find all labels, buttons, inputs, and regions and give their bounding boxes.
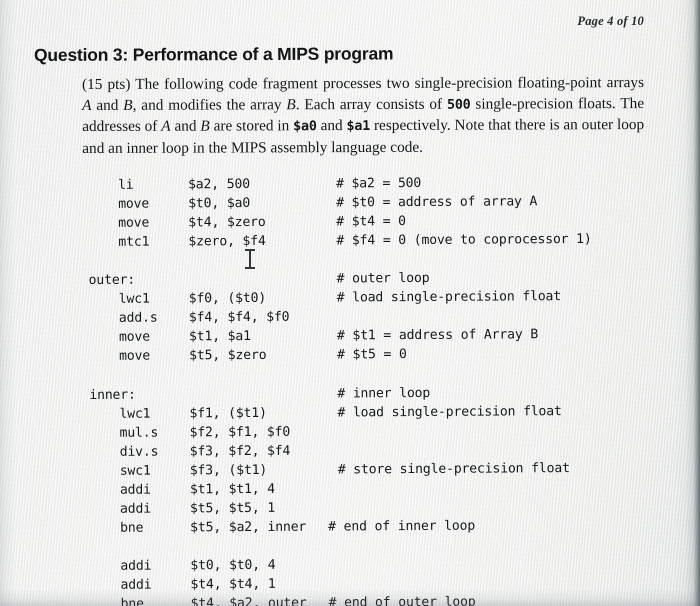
code-mnemonic: mtc1 xyxy=(118,234,150,250)
code-mnemonic: addi xyxy=(119,501,152,517)
code-label: inner: xyxy=(89,387,136,403)
code-comment: # $t0 = address of array A xyxy=(336,194,538,211)
code-operands: $t1, $t1, 4 xyxy=(189,481,276,498)
intro-segment: , and modifies the array xyxy=(132,96,287,114)
code-operands: $f1, ($t1) xyxy=(189,405,267,421)
code-mnemonic: move xyxy=(118,196,150,212)
code-mnemonic: move xyxy=(118,215,150,231)
code-comment: # $t5 = 0 xyxy=(337,347,407,363)
code-mnemonic: swc1 xyxy=(119,463,151,479)
code-operands: $t0, $t0, 4 xyxy=(190,557,276,574)
code-comment: # inner loop xyxy=(337,385,431,401)
code-comment: # $f4 = 0 (move to coprocessor 1) xyxy=(336,232,592,249)
code-mnemonic: addi xyxy=(120,558,152,574)
code-mnemonic: add.s xyxy=(118,310,158,327)
code-mnemonic: addi xyxy=(119,482,151,498)
code-operands: $t0, $a0 xyxy=(188,196,251,212)
page-right-edge-shadow xyxy=(674,0,700,606)
code-mnemonic: lwc1 xyxy=(118,291,150,308)
code-operands: $a2, 500 xyxy=(188,177,250,193)
code-comment: # $t1 = address of Array B xyxy=(336,327,539,344)
scanned-exam-page: Page 4 of 10 Question 3: Performance of … xyxy=(0,0,700,606)
intro-segment: and xyxy=(91,96,124,114)
code-comment: # store single-precision float xyxy=(337,460,570,478)
intro-segment: and xyxy=(316,117,347,135)
code-operands: $t5, $zero xyxy=(189,348,267,364)
mips-code-listing: li $a2, 500 # $a2 = 500 move $t0, $a0 # $t0 =… xyxy=(88,176,592,606)
running-head-page-number: Page 4 of 10 xyxy=(577,14,644,28)
code-comment: # load single-precision float xyxy=(337,403,562,421)
code-mnemonic: li xyxy=(118,177,134,193)
intro-segment: $a0 xyxy=(293,119,317,135)
ibeam-bottom-serif xyxy=(245,267,255,269)
code-operands: $f3, ($t1) xyxy=(189,462,268,479)
code-mnemonic: lwc1 xyxy=(119,406,151,422)
code-comment: # $a2 = 500 xyxy=(336,175,422,192)
code-mnemonic: bne xyxy=(120,596,144,606)
code-mnemonic: div.s xyxy=(119,444,159,460)
intro-segment: and xyxy=(170,118,201,136)
code-mnemonic: mul.s xyxy=(119,425,159,441)
code-mnemonic: addi xyxy=(120,577,152,593)
code-comment: # load single-precision float xyxy=(336,289,562,306)
code-operands: $t4, $zero xyxy=(188,215,266,231)
code-operands: $f4, $f4, $f0 xyxy=(188,310,290,326)
code-operands: $f0, ($t0) xyxy=(188,291,267,307)
code-mnemonic: bne xyxy=(120,520,144,536)
intro-segment: (15 pts) The following code fragment pro… xyxy=(82,74,645,94)
intro-segment: A xyxy=(82,96,92,114)
page-title: Question 3: Performance of a MIPS progra… xyxy=(33,43,394,65)
intro-segment: B xyxy=(123,96,133,114)
code-mnemonic: move xyxy=(119,349,151,365)
code-operands: $zero, $f4 xyxy=(188,234,266,250)
code-operands: $f3, $f2, $f4 xyxy=(189,443,291,460)
code-comment: # end of inner loop xyxy=(328,518,476,535)
code-operands: $t4, $t4, 1 xyxy=(190,576,276,593)
code-comment: # $t4 = 0 xyxy=(336,214,406,230)
intro-segment: are stored in xyxy=(209,117,294,136)
text-cursor-icon xyxy=(245,248,256,270)
code-comment: # outer loop xyxy=(336,271,430,287)
code-operands: $t5, $a2, inner xyxy=(190,519,307,536)
question-intro-paragraph: (15 pts) The following code fragment pro… xyxy=(82,73,644,159)
code-mnemonic: move xyxy=(118,329,150,346)
code-operands: $t1, $a1 xyxy=(188,329,251,345)
code-comment: # end of outer loop xyxy=(328,594,476,606)
intro-segment: B xyxy=(200,118,210,136)
ibeam-stem xyxy=(249,250,251,268)
intro-segment: . Each array consists of xyxy=(295,95,447,114)
intro-segment: 500 xyxy=(446,97,471,113)
code-operands: $t5, $t5, 1 xyxy=(189,500,276,517)
intro-segment: $a1 xyxy=(346,119,371,135)
code-operands: $t4, $a2, outer xyxy=(190,595,307,606)
code-label: outer: xyxy=(88,272,136,289)
intro-segment: B xyxy=(286,96,296,114)
code-operands: $f2, $f1, $f0 xyxy=(189,424,291,440)
page-left-edge-shadow xyxy=(0,0,16,606)
